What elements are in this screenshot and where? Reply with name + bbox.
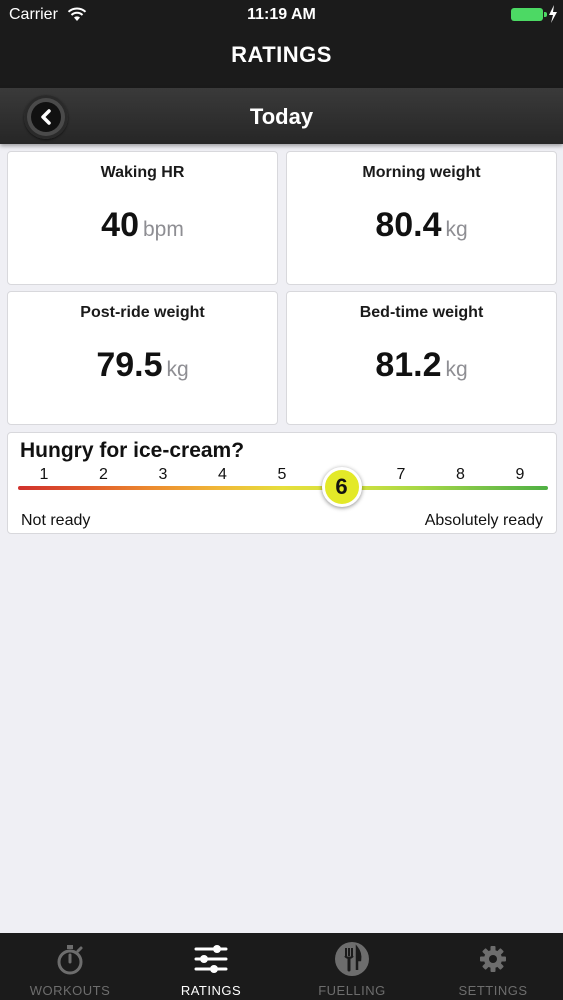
tab-label: RATINGS [180,983,242,998]
rating-scale-track[interactable] [18,486,548,490]
rating-option-4[interactable]: 4 [211,466,235,484]
tab-fuelling[interactable]: FUELLING [282,933,422,1000]
tab-ratings[interactable]: RATINGS [141,933,281,1000]
metric-value: 79.5 kg [8,346,277,385]
date-bar: Today [0,88,563,144]
metric-label: Waking HR [100,164,185,181]
rating-question: Hungry for ice-cream? [20,439,245,462]
rating-option-2[interactable]: 2 [92,466,116,484]
metric-card-bed-time-weight[interactable]: Bed-time weight 81.2 kg [286,291,557,425]
status-bar: Carrier 11:19 AM [0,0,563,30]
metric-unit: kg [166,358,189,381]
battery-tip [544,12,547,17]
rating-option-9[interactable]: 9 [508,466,532,484]
metric-number: 81.2 [375,346,442,384]
metric-value: 80.4 kg [287,206,556,245]
gear-icon [480,946,506,972]
metric-unit: bpm [142,218,184,241]
charging-bolt-icon [549,5,557,23]
screen-title: RATINGS [231,42,332,67]
rating-card: Hungry for ice-cream? 1 2 3 4 5 6 7 8 9 Not read… [7,432,557,534]
stopwatch-icon [57,945,83,975]
tab-label: WORKOUTS [29,983,111,998]
metric-label: Post-ride weight [80,304,205,321]
rating-option-5[interactable]: 5 [270,466,294,484]
tab-settings[interactable]: SETTINGS [423,933,563,1000]
clock: 11:19 AM [247,6,316,23]
tab-label: SETTINGS [458,983,528,998]
sliders-icon [194,945,228,973]
rating-option-3[interactable]: 3 [151,466,175,484]
tab-workouts[interactable]: WORKOUTS [0,933,140,1000]
metric-unit: kg [445,358,468,381]
metric-card-morning-weight[interactable]: Morning weight 80.4 kg [286,151,557,285]
date-title: Today [249,104,314,129]
tab-bar: WORKOUTS RATINGS FUELLING SETTINGS [0,933,563,1000]
metric-label: Morning weight [362,164,481,181]
metric-card-waking-hr[interactable]: Waking HR 40 bpm [7,151,278,285]
scale-min-label: Not ready [21,512,91,529]
tab-label: FUELLING [318,983,386,998]
rating-option-1[interactable]: 1 [32,466,56,484]
fork-knife-icon [335,942,369,976]
rating-selected-knob[interactable]: 6 [321,467,362,507]
metric-number: 40 [101,206,139,244]
battery-icon [511,8,543,21]
metric-number: 80.4 [375,206,442,244]
rating-option-7[interactable]: 7 [389,466,413,484]
metric-number: 79.5 [96,346,163,384]
metric-value: 40 bpm [8,206,277,245]
metric-label: Bed-time weight [359,304,484,321]
scale-max-label: Absolutely ready [424,512,543,529]
metric-card-post-ride-weight[interactable]: Post-ride weight 79.5 kg [7,291,278,425]
metric-unit: kg [445,218,468,241]
metric-value: 81.2 kg [287,346,556,385]
rating-option-8[interactable]: 8 [449,466,473,484]
top-bar: Carrier 11:19 AM RATINGS [0,0,563,88]
